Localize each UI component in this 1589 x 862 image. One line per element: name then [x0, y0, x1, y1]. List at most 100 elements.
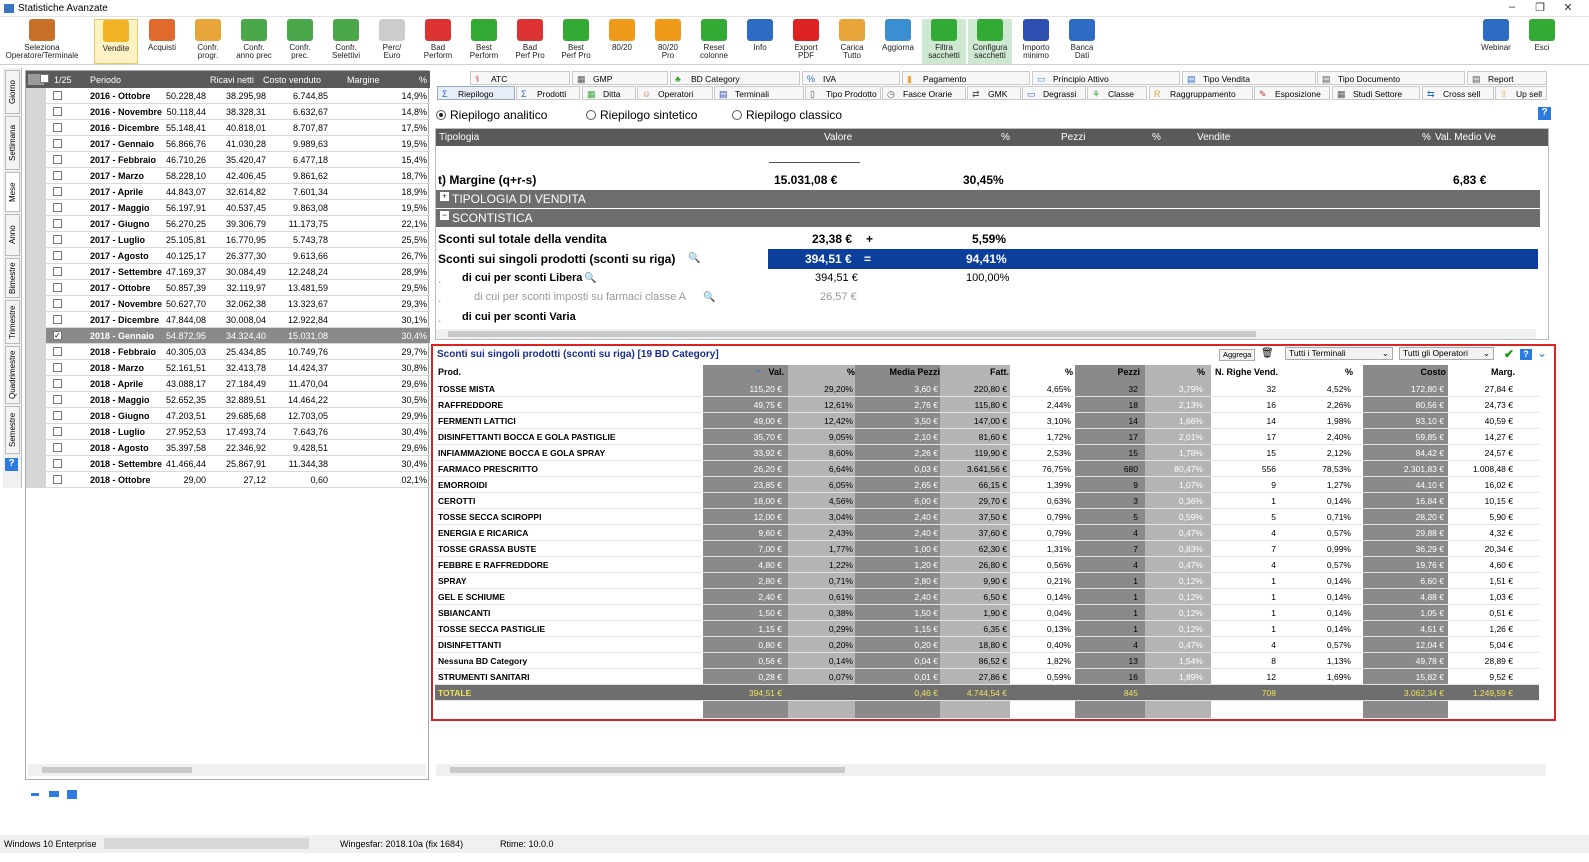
row-checkbox[interactable] — [53, 475, 62, 484]
row-checkbox[interactable] — [53, 235, 62, 244]
total-row[interactable]: TOTALE 394,51 € 0,46 € 4.744,54 € 845 708 3.06… — [435, 685, 1539, 701]
row-checkbox[interactable] — [53, 91, 62, 100]
table-row[interactable]: DISINFETTANTI BOCCA E GOLA PASTIGLIE 35,7… — [435, 429, 1539, 445]
row-checkbox[interactable] — [53, 187, 62, 196]
row-checkbox[interactable] — [53, 459, 62, 468]
row-checkbox[interactable] — [53, 155, 62, 164]
period-row[interactable]: 2017 - Ottobre 50.857,39 32.119,97 13.481,5… — [26, 280, 430, 296]
period-row[interactable]: 2018 - Maggio 52.652,35 32.889,51 14.464,22… — [26, 392, 430, 408]
side-tab-bimestre[interactable]: Bimestre — [5, 258, 20, 298]
summary-row-margine[interactable]: t) Margine (q+r-s) 15.031,08 € 30,45% 6,… — [436, 170, 1540, 190]
side-tab-settimana[interactable]: Settimana — [5, 116, 20, 170]
period-row[interactable]: 2017 - Luglio 25.105,81 16.770,95 5.743,78 2… — [26, 232, 430, 248]
chevron-down-icon[interactable]: ⌄ — [1537, 346, 1547, 360]
table-row[interactable]: TOSSE SECCA SCIROPPI 12,00 € 3,04% 2,40 € 37… — [435, 509, 1539, 525]
trash-icon[interactable]: 🗑 — [1261, 348, 1274, 359]
select-all-checkbox[interactable] — [40, 74, 49, 83]
row-checkbox[interactable] — [53, 107, 62, 116]
period-row[interactable]: 2018 - Settembre 41.466,44 25.867,91 11.344… — [26, 456, 430, 472]
restore-button[interactable]: ❐ — [1525, 1, 1555, 14]
col-marg[interactable]: Marg. — [1445, 367, 1515, 377]
table-row[interactable]: Nessuna BD Category 0,56 € 0,14% 0,04 € 86,5… — [435, 653, 1539, 669]
ribbon-button-confr-[interactable]: Confr. Selettivi — [324, 19, 368, 64]
period-row[interactable]: 2017 - Giugno 56.270,25 39.306,79 11.173,75… — [26, 216, 430, 232]
table-row[interactable]: DISINFETTANTI 0,80 € 0,20% 0,20 € 18,80 € 0,4… — [435, 637, 1539, 653]
ribbon-button-confr-[interactable]: Confr. anno prec — [232, 19, 276, 64]
table-row[interactable]: ENERGIA E RICARICA 9,60 € 2,43% 2,40 € 37,60… — [435, 525, 1539, 541]
table-row[interactable]: EMORROIDI 23,85 € 6,05% 2,65 € 66,15 € 1,39% 9… — [435, 477, 1539, 493]
tab-principio-attivo[interactable]: ▭ Principio Attivo — [1032, 71, 1180, 85]
tab-pagamento[interactable]: ▮ Pagamento — [902, 71, 1030, 85]
period-row[interactable]: 2017 - Aprile 44.843,07 32.614,82 7.601,34 1… — [26, 184, 430, 200]
ribbon-button-filtra[interactable]: Filtra sacchetti — [922, 19, 966, 64]
row-checkbox[interactable] — [53, 411, 62, 420]
period-row[interactable]: 2018 - Luglio 27.952,53 17.493,74 7.643,76 3… — [26, 424, 430, 440]
period-row[interactable]: 2017 - Febbraio 46.710,26 35.420,47 6.477,1… — [26, 152, 430, 168]
radio-riepilogo-classico[interactable]: Riepilogo classico — [732, 108, 842, 122]
row-checkbox[interactable] — [53, 379, 62, 388]
col-pct[interactable]: % — [785, 367, 855, 377]
header-margine[interactable]: Margine — [347, 75, 380, 85]
table-row[interactable]: FERMENTI LATTICI 49,00 € 12,42% 3,50 € 147,0… — [435, 413, 1539, 429]
period-row[interactable]: ✓ 2018 - Gennaio 54.872,95 34.324,40 15.031,… — [26, 328, 430, 344]
table-row[interactable]: INFIAMMAZIONE BOCCA E GOLA SPRAY 33,92 € 8… — [435, 445, 1539, 461]
help-icon[interactable]: ? — [5, 458, 18, 471]
table-row[interactable]: STRUMENTI SANITARI 0,28 € 0,07% 0,01 € 27,86… — [435, 669, 1539, 685]
col-val[interactable]: Val. — [714, 367, 784, 377]
ribbon-button-export[interactable]: Export PDF — [784, 19, 828, 64]
radio-riepilogo-analitico[interactable]: Riepilogo analitico — [436, 108, 547, 122]
ribbon-button-esci[interactable]: Esci — [1520, 19, 1564, 64]
summary-row-sconti-libera[interactable]: . di cui per sconti Libera 🔍 394,51 € 10… — [436, 269, 1540, 289]
ribbon-button-vendite[interactable]: Vendite — [94, 19, 138, 64]
ribbon-button-seleziona[interactable]: Seleziona Operatore/Terminale — [2, 19, 82, 64]
close-button[interactable]: ✕ — [1553, 1, 1583, 14]
tab-gmp[interactable]: ▦ GMP — [572, 71, 668, 85]
ribbon-button-perc-[interactable]: Perc/ Euro — [370, 19, 414, 64]
tab-fasce-orarie[interactable]: ◷ Fasce Orarie — [882, 86, 966, 100]
operator-select[interactable]: Tutti gli Operatori ⌄ — [1399, 347, 1494, 360]
period-row[interactable]: 2018 - Marzo 52.161,51 32.413,78 14.424,37 3… — [26, 360, 430, 376]
side-tab-anno[interactable]: Anno — [5, 214, 20, 256]
header-costo[interactable]: Costo venduto — [263, 75, 321, 85]
period-row[interactable]: 2017 - Maggio 56.197,91 40.537,45 9.863,08 1… — [26, 200, 430, 216]
tab-gmk[interactable]: ⇄ GMK — [967, 86, 1021, 100]
ribbon-button-best[interactable]: Best Perf Pro — [554, 19, 598, 64]
table-row[interactable]: SBIANCANTI 1,50 € 0,38% 1,50 € 1,90 € 0,04% 1 0… — [435, 605, 1539, 621]
ribbon-button-bad[interactable]: Bad Perf Pro — [508, 19, 552, 64]
row-checkbox[interactable] — [53, 395, 62, 404]
period-row[interactable]: 2017 - Novembre 50.627,70 32.062,38 13.323,… — [26, 296, 430, 312]
tab-ditta[interactable]: ▦ Ditta — [582, 86, 636, 100]
table-row[interactable]: SPRAY 2,80 € 0,71% 2,80 € 9,90 € 0,21% 1 0,12% 1… — [435, 573, 1539, 589]
period-row[interactable]: 2018 - Agosto 35.397,58 22.346,92 9.428,51 2… — [26, 440, 430, 456]
ribbon-button-acquisti[interactable]: Acquisti — [140, 19, 184, 64]
row-checkbox[interactable] — [53, 427, 62, 436]
period-list-hscrollbar[interactable] — [28, 764, 426, 776]
tab-report[interactable]: ▤ Report — [1467, 71, 1547, 85]
tab-operatori[interactable]: ☺ Operatori — [637, 86, 713, 100]
tab-bd-category[interactable]: ♣ BD Category — [670, 71, 800, 85]
ribbon-button-reset[interactable]: Reset colonne — [692, 19, 736, 64]
tab-cross-sell[interactable]: ⇆ Cross sell — [1422, 86, 1494, 100]
summary-hscrollbar[interactable] — [436, 329, 1536, 339]
tab-raggruppamento[interactable]: R Raggruppamento — [1149, 86, 1253, 100]
header-period[interactable]: Periodo — [90, 75, 121, 85]
col-pct3[interactable]: % — [1135, 367, 1205, 377]
row-checkbox[interactable] — [53, 283, 62, 292]
view-medium-button[interactable] — [49, 791, 59, 797]
col-fatt[interactable]: Fatt. — [939, 367, 1009, 377]
period-row[interactable]: 2017 - Dicembre 47.844,08 30.008,04 12.922,… — [26, 312, 430, 328]
period-row[interactable]: 2016 - Ottobre 50.228,48 38.295,98 6.744,85… — [26, 88, 430, 104]
table-row[interactable]: TOSSE GRASSA BUSTE 7,00 € 1,77% 1,00 € 62,30… — [435, 541, 1539, 557]
aggrega-button[interactable]: Aggrega — [1219, 349, 1256, 361]
tab-studi-settore[interactable]: ▦ Studi Settore — [1332, 86, 1420, 100]
period-row[interactable]: 2017 - Settembre 47.169,37 30.084,49 12.248… — [26, 264, 430, 280]
col-prod[interactable]: Prod. — [438, 367, 461, 377]
side-tab-semestre[interactable]: Semestre — [5, 406, 20, 454]
row-checkbox[interactable] — [53, 443, 62, 452]
header-pct[interactable]: % — [419, 75, 427, 85]
table-row[interactable]: TOSSE SECCA PASTIGLIE 1,15 € 0,29% 1,15 € 6,… — [435, 621, 1539, 637]
row-checkbox[interactable] — [53, 251, 62, 260]
table-row[interactable]: FEBBRE E RAFFREDDORE 4,80 € 1,22% 1,20 € 26,… — [435, 557, 1539, 573]
table-row[interactable]: TOSSE MISTA 115,20 € 29,20% 3,60 € 220,80 € 4… — [435, 381, 1539, 397]
row-checkbox[interactable] — [53, 267, 62, 276]
